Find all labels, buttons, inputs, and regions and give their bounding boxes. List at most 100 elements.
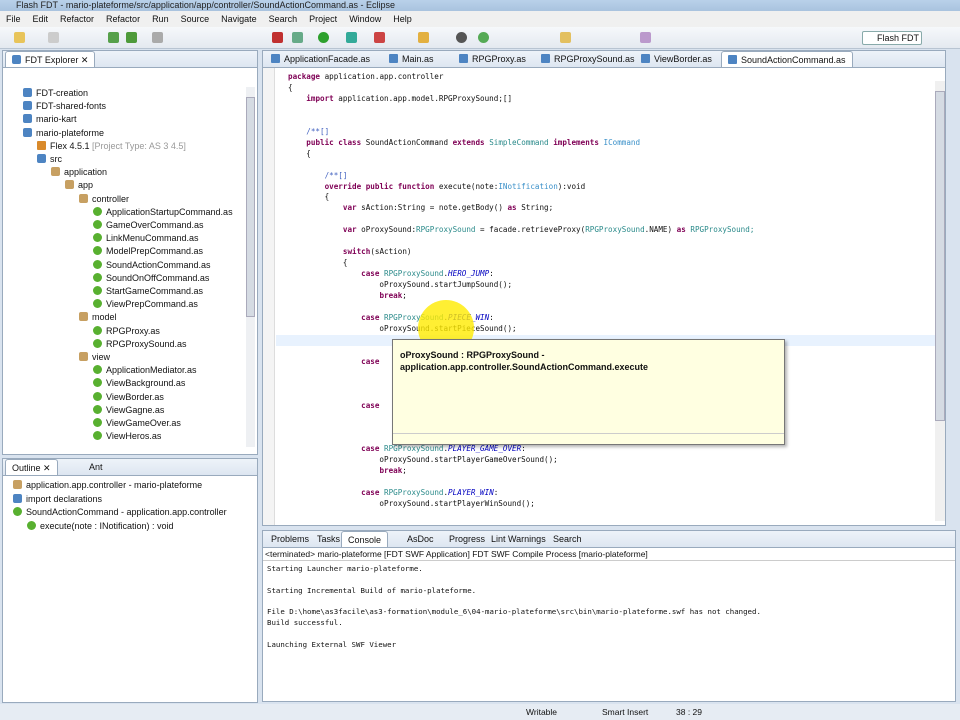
tree-item[interactable]: RPGProxy.as [93, 325, 160, 338]
run-config-icon[interactable] [346, 32, 357, 43]
tree-item[interactable]: ViewPrepCommand.as [93, 298, 198, 311]
tree-item[interactable]: ViewBackground.as [93, 377, 185, 390]
tree-item[interactable]: Flex 4.5.1 [Project Type: AS 3 4.5] [37, 140, 186, 153]
code-token: var [342, 203, 357, 213]
tree-item[interactable]: model [79, 311, 117, 324]
back-icon[interactable] [640, 32, 651, 43]
menu-search[interactable]: Search [269, 11, 298, 27]
tree-item[interactable]: ModelPrepCommand.as [93, 245, 203, 258]
outline-item[interactable]: execute(note : INotification) : void [27, 520, 174, 533]
tree-item[interactable]: mario-plateforme [23, 127, 104, 140]
tree-item[interactable]: controller [79, 193, 129, 206]
green-icon[interactable] [478, 32, 489, 43]
tree-item[interactable]: src [37, 153, 62, 166]
nav-icon[interactable] [560, 32, 571, 43]
stop-icon[interactable] [272, 32, 283, 43]
menu-refactor[interactable]: Refactor [106, 11, 140, 27]
tree-item[interactable]: view [79, 351, 110, 364]
class-icon [93, 378, 102, 388]
tab-viewborder-as[interactable]: ViewBorder.as [635, 51, 718, 67]
tab-ant[interactable]: Ant [83, 459, 109, 475]
tree-item[interactable]: SoundActionCommand.as [93, 259, 211, 272]
package-icon [79, 352, 88, 361]
external-tools-icon[interactable] [374, 32, 385, 43]
tree-item-label: SoundOnOffCommand.as [106, 272, 210, 283]
method-icon [27, 520, 36, 530]
outline-item[interactable]: import declarations [13, 493, 102, 506]
menu-source[interactable]: Source [181, 11, 210, 27]
run-icon[interactable] [318, 32, 329, 43]
tab-asdoc[interactable]: AsDoc [401, 531, 440, 547]
record-icon[interactable] [456, 32, 467, 43]
tab-search[interactable]: Search [547, 531, 588, 547]
tree-item[interactable]: app [65, 179, 93, 192]
save-icon[interactable] [48, 32, 59, 43]
tab-outline[interactable]: Outline ✕ [5, 459, 58, 475]
tree-item[interactable]: FDT-creation [23, 87, 88, 100]
editor-scrollbar[interactable] [935, 81, 945, 521]
tree-item[interactable]: ViewGameOver.as [93, 417, 181, 430]
perspective-flash-fdt[interactable]: Flash FDT [862, 31, 922, 45]
tree-item[interactable]: ApplicationStartupCommand.as [93, 206, 233, 219]
code-token: : [489, 269, 494, 279]
code-token: application.app.controller [320, 72, 444, 81]
code-line: case [288, 400, 379, 411]
tab-console[interactable]: Console [341, 531, 389, 547]
code-token: SimpleCommand [484, 137, 554, 147]
tab-soundactioncommand-as[interactable]: SoundActionCommand.as [721, 51, 853, 67]
tab-label: RPGProxy.as [472, 54, 526, 64]
tree-item-label: mario-plateforme [36, 127, 105, 138]
build-icon[interactable] [108, 32, 119, 43]
menu-window[interactable]: Window [349, 11, 381, 27]
console-output[interactable]: Starting Launcher mario-plateforme. Start… [263, 560, 955, 700]
class-icon [93, 404, 102, 414]
code-line: { [288, 148, 311, 159]
tab-applicationfacade-as[interactable]: ApplicationFacade.as [265, 51, 376, 67]
tree-item[interactable]: SoundOnOffCommand.as [93, 272, 209, 285]
tree-item-label: ViewGagne.as [106, 404, 165, 415]
tab-fdt-explorer[interactable]: FDT Explorer ✕ [5, 51, 96, 67]
tree-item[interactable]: mario-kart [23, 113, 77, 126]
tab-lint-warnings[interactable]: Lint Warnings [485, 531, 552, 547]
explorer-scrollbar[interactable] [246, 87, 255, 447]
menu-run[interactable]: Run [152, 11, 169, 27]
menu-project[interactable]: Project [309, 11, 337, 27]
code-token: ; [402, 291, 407, 300]
menu-bar: File Edit Refactor Refactor Run Source Navigat… [0, 11, 960, 27]
tab-main-as[interactable]: Main.as [383, 51, 440, 67]
new-icon[interactable] [14, 32, 25, 43]
tree-item[interactable]: application [51, 166, 107, 179]
tree-item[interactable]: LinkMenuCommand.as [93, 232, 199, 245]
open-type-icon[interactable] [152, 32, 163, 43]
tree-item[interactable]: FDT-shared-fonts [23, 100, 106, 113]
menu-file[interactable]: File [6, 11, 21, 27]
menu-help[interactable]: Help [393, 11, 412, 27]
tree-item[interactable]: RPGProxySound.as [93, 338, 187, 351]
debug-icon[interactable] [292, 32, 303, 43]
tree-item[interactable]: ViewGagne.as [93, 404, 164, 417]
code-token: ; [402, 466, 407, 476]
tree-item[interactable]: ViewBorder.as [93, 391, 164, 404]
outline-item[interactable]: SoundActionCommand - application.app.con… [13, 506, 227, 519]
tab-label: RPGProxySound.as [554, 54, 635, 64]
outline-item[interactable]: application.app.controller - mario-plate… [13, 479, 202, 492]
menu-edit[interactable]: Edit [33, 11, 49, 27]
code-editor[interactable]: package application.app.controller{ impo… [263, 71, 933, 525]
edit-icon[interactable] [418, 32, 429, 43]
tree-item[interactable]: StartGameCommand.as [93, 285, 203, 298]
tree-item[interactable]: ApplicationMediator.as [93, 364, 197, 377]
package-icon [13, 480, 22, 489]
class-icon [93, 418, 102, 427]
tab-problems[interactable]: Problems [265, 531, 315, 547]
build-all-icon[interactable] [126, 32, 137, 43]
tab-progress[interactable]: Progress [443, 531, 491, 547]
tree-item[interactable]: GameOverCommand.as [93, 219, 204, 232]
tab-rpgproxy-as[interactable]: RPGProxy.as [453, 51, 532, 67]
tree-item[interactable]: ViewHeros.as [93, 430, 161, 443]
window-title: Flash FDT - mario-plateforme/src/applica… [0, 0, 960, 11]
tab-rpgproxysound-as[interactable]: RPGProxySound.as [535, 51, 641, 67]
menu-navigate[interactable]: Navigate [221, 11, 257, 27]
menu-refactor[interactable]: Refactor [60, 11, 94, 27]
tab-label: Search [553, 534, 582, 544]
